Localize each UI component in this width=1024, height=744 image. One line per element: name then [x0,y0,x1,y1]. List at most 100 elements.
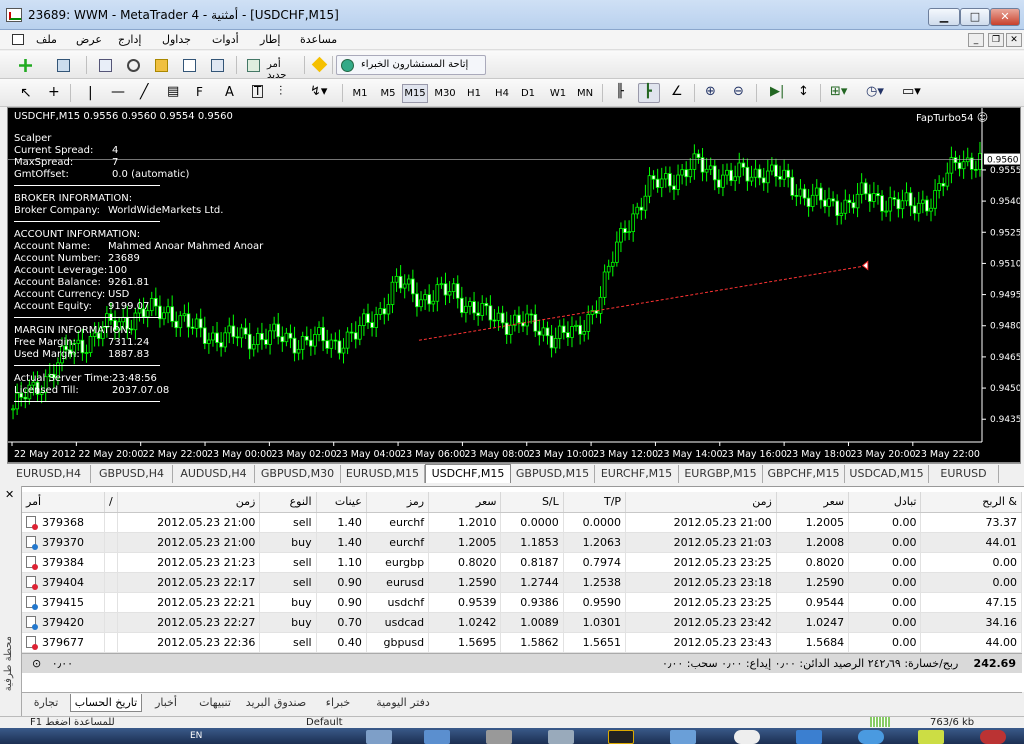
column-header[interactable]: زمن [117,492,261,513]
terminal-tab-4[interactable]: صندوق البريد [244,694,308,712]
terminal-tab-3[interactable]: تنبيهات [190,694,240,712]
column-header[interactable]: النوع [259,492,317,513]
chart-shift-button[interactable]: ↕ [792,83,814,103]
mdi-restore-button[interactable]: ❐ [988,33,1004,47]
chart-tab-eurchf-m15[interactable]: EURCHF,M15 [595,465,679,483]
line-chart-button[interactable]: ∠ [666,83,688,103]
timeframe-m30[interactable]: M30 [432,84,458,103]
taskbar-app-5[interactable] [608,730,634,744]
minimize-button[interactable]: ▁ [928,8,960,26]
autoscroll-button[interactable]: ▶| [764,83,786,103]
price-chart[interactable]: 0.9555 0.9540 0.9525 0.9510 0.9495 0.9480 0.94… [7,107,1021,463]
chart-tab-gbpusd-h4[interactable]: GBPUSD,H4 [91,465,173,483]
label-tool[interactable]: T [246,83,268,103]
language-indicator[interactable]: EN [190,731,202,741]
column-header[interactable]: سعر [776,492,850,513]
column-header[interactable]: سعر [428,492,502,513]
channel-tool[interactable]: ▤ [162,83,184,103]
timeframe-m1[interactable]: M1 [348,84,372,103]
terminal-tab-2[interactable]: أخبار [146,694,186,712]
chart-tab-eurgbp-m15[interactable]: EURGBP,M15 [679,465,763,483]
column-header[interactable]: الربح & [920,492,1022,513]
crosshair-tool[interactable]: + [42,83,64,103]
taskbar-app-11[interactable] [980,730,1006,744]
navigator-button[interactable] [122,55,144,75]
chart-tab-eurusd[interactable]: EURUSD [929,465,999,483]
templates-menu-button[interactable]: ▭▾ [898,83,928,103]
menu-tools[interactable]: أدوات [212,33,239,46]
terminal-tab-0[interactable]: تجارة [24,694,68,712]
menu-file[interactable]: ملف [36,33,57,46]
timeframe-h1[interactable]: H1 [462,84,486,103]
text-tool[interactable]: A [218,83,240,103]
column-header[interactable]: تبادل [848,492,922,513]
chart-tab-gbpusd-m15[interactable]: GBPUSD,M15 [511,465,595,483]
vertical-line-tool[interactable]: | [78,83,100,103]
column-header[interactable]: T/P [563,492,627,513]
chart-tab-usdchf-m15[interactable]: USDCHF,M15 [425,464,511,483]
timeframe-mn[interactable]: MN [572,84,598,103]
taskbar-app-10[interactable] [918,730,944,744]
new-chart-button[interactable] [14,55,36,75]
timeframe-d1[interactable]: D1 [516,84,540,103]
chart-tab-gbpusd-m30[interactable]: GBPUSD,M30 [255,465,341,483]
column-header[interactable]: رمز [366,492,430,513]
table-row[interactable]: 379370 2012.05.23 21:00 buy 1.40 eurchf 1.200… [22,532,1022,553]
table-row[interactable]: 379415 2012.05.23 22:21 buy 0.90 usdchf 0.953… [22,592,1022,613]
tester-button[interactable] [206,55,228,75]
terminal-close-icon[interactable]: ✕ [5,488,14,501]
indicators-menu-button[interactable]: ⊞▾ [826,83,856,103]
chart-tab-eurusd-m15[interactable]: EURUSD,M15 [341,465,425,483]
menu-help[interactable]: مساعدة [300,33,337,46]
cursor-tool[interactable]: ↖ [14,83,36,103]
table-row[interactable]: 379677 2012.05.23 22:36 sell 0.40 gbpusd 1.56… [22,632,1022,653]
close-button[interactable]: ✕ [990,8,1020,26]
taskbar-app-4[interactable] [548,730,574,744]
taskbar-app-2[interactable] [424,730,450,744]
warning-button[interactable] [308,55,330,75]
taskbar-app-7[interactable] [734,730,760,744]
profiles-button[interactable] [52,55,74,75]
chart-tab-audusd-h4[interactable]: AUDUSD,H4 [173,465,255,483]
taskbar-app-1[interactable] [366,730,392,744]
market-watch-button[interactable] [94,55,116,75]
table-row[interactable]: 379420 2012.05.23 22:27 buy 0.70 usdcad 1.024… [22,612,1022,633]
zoom-in-button[interactable]: ⊕ [700,83,722,103]
chart-tab-usdcad-m15[interactable]: USDCAD,M15 [845,465,929,483]
column-header[interactable]: S/L [500,492,564,513]
terminal-tab-1[interactable]: تاريخ الحساب [70,694,142,712]
taskbar-app-6[interactable] [670,730,696,744]
taskbar-app-8[interactable] [796,730,822,744]
bar-chart-button[interactable]: ╟ [610,83,632,103]
timeframe-m5[interactable]: M5 [376,84,400,103]
candlestick-button[interactable]: ┣ [638,83,660,103]
column-header[interactable]: زمن [625,492,777,513]
mdi-minimize-button[interactable]: _ [968,33,984,47]
expert-advisors-toggle[interactable]: إتاحة المستشارون الخبراء [336,55,486,75]
table-row[interactable]: 379384 2012.05.23 21:23 sell 1.10 eurgbp 0.80… [22,552,1022,573]
fibonacci-tool[interactable]: F [190,83,212,103]
data-window-button[interactable] [150,55,172,75]
column-header[interactable]: / [104,492,118,513]
menu-charts[interactable]: جداول [162,33,191,46]
mdi-close-button[interactable]: ✕ [1006,33,1022,47]
zoom-out-button[interactable]: ⊖ [728,83,750,103]
menu-view[interactable]: عرض [76,33,102,46]
timeframe-m15[interactable]: M15 [402,84,428,103]
table-row[interactable]: 379368 2012.05.23 21:00 sell 1.40 eurchf 1.20… [22,512,1022,533]
chart-tab-eurusd-h4[interactable]: EURUSD,H4 [7,465,91,483]
column-header[interactable]: أمر [22,492,105,513]
new-order-button[interactable]: أمر جديد [242,55,302,81]
column-header[interactable]: عينات [316,492,367,513]
periods-menu-button[interactable]: ◷▾ [862,83,892,103]
taskbar-app-9[interactable] [858,730,884,744]
mdi-chart-icon[interactable] [12,34,24,45]
indicator-tool[interactable]: ⫶ [274,83,296,103]
terminal-tab-6[interactable]: دفتر اليومية [368,694,438,712]
horizontal-line-tool[interactable]: — [106,83,128,103]
maximize-button[interactable]: □ [960,8,990,26]
menu-window[interactable]: إطار [260,33,280,46]
taskbar-app-3[interactable] [486,730,512,744]
arrows-tool[interactable]: ↯▾ [304,83,334,103]
trendline-tool[interactable]: ╱ [134,83,156,103]
